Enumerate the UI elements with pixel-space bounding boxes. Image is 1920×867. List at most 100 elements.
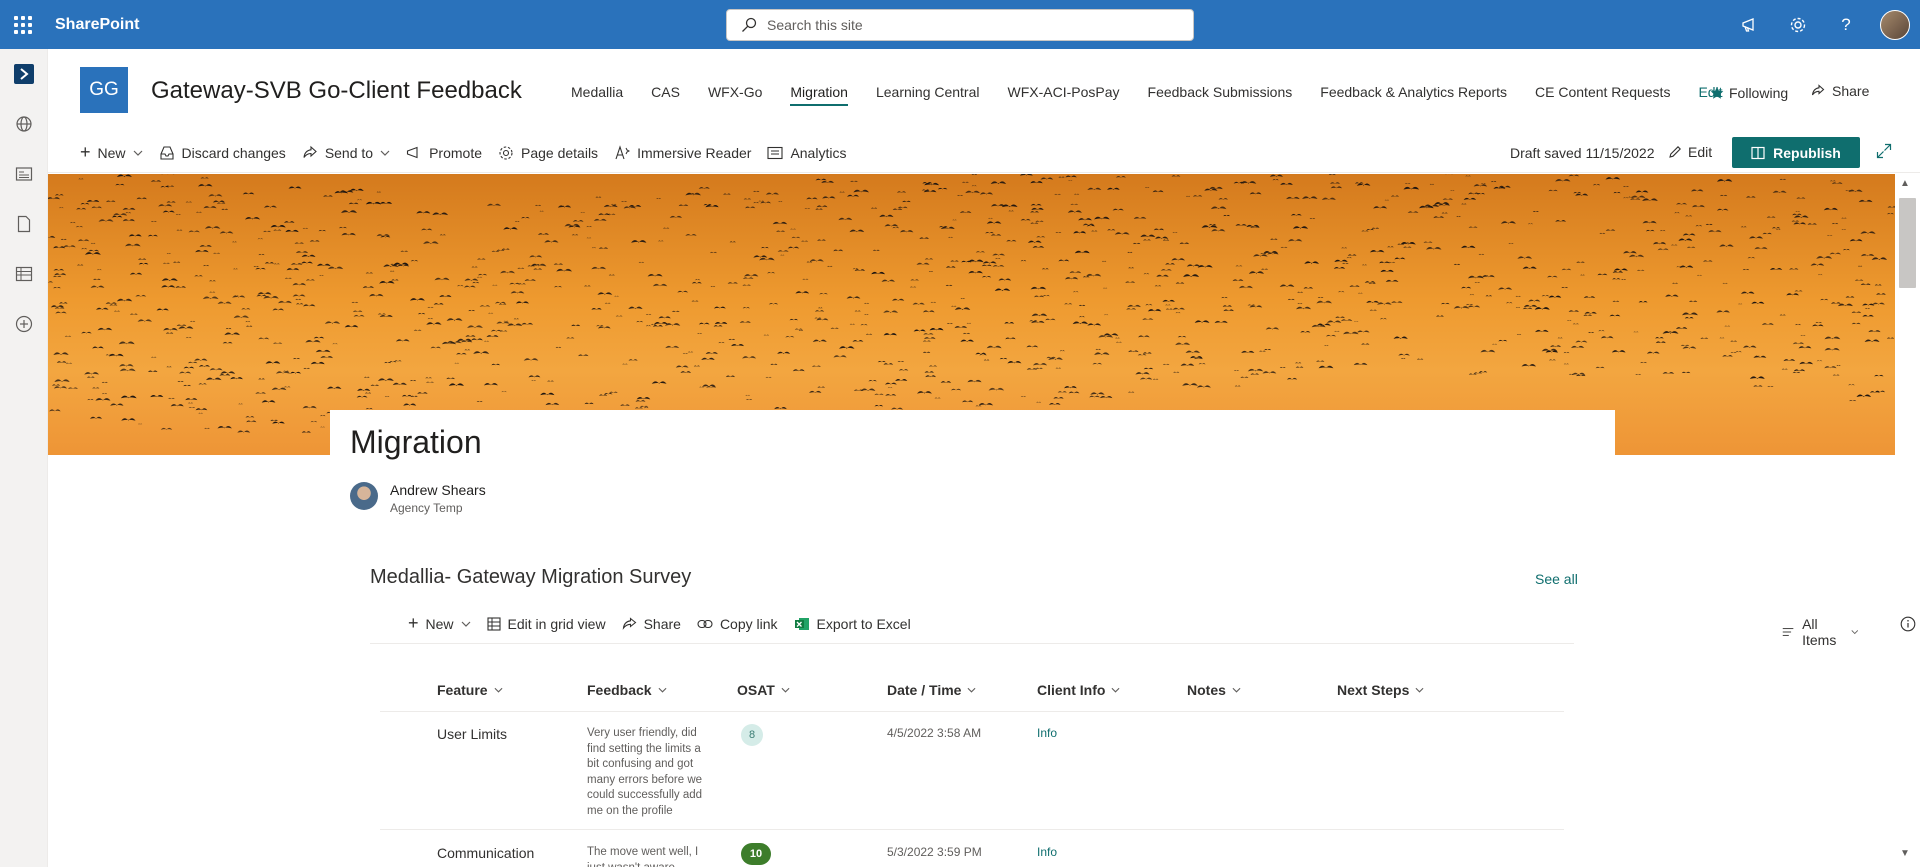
column-header-label: Client Info (1037, 682, 1106, 698)
client-info-link[interactable]: Info (1037, 726, 1057, 740)
export-excel-button[interactable]: Export to Excel (786, 616, 919, 632)
app-launcher-button[interactable] (0, 0, 46, 49)
lists-button[interactable] (0, 249, 48, 299)
author-avatar[interactable] (350, 482, 378, 510)
account-avatar[interactable] (1880, 9, 1910, 40)
search-placeholder: Search this site (767, 17, 863, 33)
cell-date-time: 5/3/2022 3:59 PM (887, 845, 982, 859)
nav-feedback-submissions[interactable]: Feedback Submissions (1134, 82, 1307, 110)
share-label: Share (1832, 83, 1870, 99)
chevron-down-icon (494, 687, 503, 693)
scroll-down-arrow[interactable]: ▼ (1900, 848, 1910, 859)
list-column-headers: Feature Feedback OSAT Date / Time Client… (380, 670, 1564, 712)
chevron-down-icon (781, 687, 790, 693)
share-icon (1811, 84, 1825, 96)
column-header-feedback[interactable]: Feedback (587, 682, 667, 698)
nav-wfx-go[interactable]: WFX-Go (694, 82, 776, 110)
page-details-label: Page details (521, 144, 599, 161)
immersive-reader-button[interactable]: Immersive Reader (606, 145, 759, 161)
book-icon (1751, 146, 1765, 159)
scroll-up-arrow[interactable]: ▲ (1900, 178, 1910, 189)
copy-link-label: Copy link (719, 615, 778, 632)
nav-medallia[interactable]: Medallia (557, 82, 637, 110)
share-site-button[interactable]: Share (1811, 83, 1869, 99)
see-all-link[interactable]: See all (1535, 571, 1578, 587)
site-search-box[interactable]: Search this site (726, 9, 1194, 41)
list-view-icon (1782, 628, 1794, 636)
chevron-down-icon (1851, 630, 1858, 635)
following-label: Following (1729, 85, 1789, 101)
site-navigation: Medallia CAS WFX-Go Migration Learning C… (557, 82, 1737, 110)
chevron-down-icon (1232, 687, 1241, 693)
promote-label: Promote (429, 144, 482, 161)
files-button[interactable] (0, 199, 48, 249)
news-button[interactable] (0, 149, 48, 199)
column-header-notes[interactable]: Notes (1187, 682, 1241, 698)
site-header: GG Gateway-SVB Go-Client Feedback Medall… (48, 49, 1920, 133)
column-header-label: Notes (1187, 682, 1226, 698)
column-header-next-steps[interactable]: Next Steps (1337, 682, 1424, 698)
list-new-button[interactable]: + New (400, 613, 479, 634)
info-button[interactable] (1900, 616, 1916, 637)
cell-feature: User Limits (437, 726, 508, 742)
megaphone-button[interactable] (1726, 0, 1774, 49)
new-button[interactable]: + New (72, 142, 151, 163)
help-button[interactable]: ? (1822, 0, 1870, 49)
expand-button[interactable] (1876, 143, 1892, 164)
edit-page-button[interactable]: Edit (1668, 144, 1712, 160)
send-to-button[interactable]: Send to (294, 145, 398, 161)
create-button[interactable] (0, 299, 48, 349)
following-button[interactable]: Following (1710, 85, 1788, 101)
gear-icon (1790, 17, 1806, 32)
collapse-nav-button[interactable] (0, 49, 48, 99)
chevron-down-icon (1111, 687, 1120, 693)
nav-cas[interactable]: CAS (637, 82, 694, 110)
chevron-down-icon (380, 150, 390, 156)
chevron-down-icon (461, 621, 470, 627)
client-info-link[interactable]: Info (1037, 845, 1057, 859)
chevron-right-icon (14, 64, 34, 84)
nav-migration[interactable]: Migration (776, 82, 862, 110)
site-title[interactable]: Gateway-SVB Go-Client Feedback (151, 77, 522, 105)
page-details-button[interactable]: Page details (490, 145, 606, 161)
copy-link-button[interactable]: Copy link (689, 616, 786, 632)
settings-button[interactable] (1774, 0, 1822, 49)
column-header-feature[interactable]: Feature (437, 682, 503, 698)
list-webpart-title: Medallia- Gateway Migration Survey (370, 566, 692, 588)
discard-changes-button[interactable]: Discard changes (151, 145, 294, 161)
nav-ce-content-requests[interactable]: CE Content Requests (1521, 82, 1684, 110)
sharepoint-brand[interactable]: SharePoint (55, 16, 139, 34)
nav-feedback-analytics-reports[interactable]: Feedback & Analytics Reports (1306, 82, 1521, 110)
promote-button[interactable]: Promote (398, 145, 490, 161)
table-row[interactable]: User Limits Very user friendly, did find… (380, 712, 1564, 830)
table-row[interactable]: Communication The move went well, I just… (380, 831, 1564, 867)
new-label: New (97, 144, 126, 161)
plus-icon: + (80, 142, 91, 162)
nav-wfx-aci-pospay[interactable]: WFX-ACI-PosPay (994, 82, 1134, 110)
cell-feature: Communication (437, 845, 535, 861)
republish-button[interactable]: Republish (1732, 137, 1860, 168)
author-name[interactable]: Andrew Shears (390, 482, 486, 498)
edit-grid-view-button[interactable]: Edit in grid view (479, 616, 614, 632)
site-logo[interactable]: GG (80, 67, 128, 113)
column-header-date-time[interactable]: Date / Time (887, 682, 976, 698)
view-selector[interactable]: All Items (1782, 616, 1858, 648)
global-nav-button[interactable] (0, 99, 48, 149)
list-share-button[interactable]: Share (614, 616, 689, 632)
column-header-label: Feedback (587, 682, 652, 698)
scrollbar-thumb[interactable] (1899, 198, 1916, 288)
chevron-down-icon (1415, 687, 1424, 693)
column-header-osat[interactable]: OSAT (737, 682, 790, 698)
view-label: All Items (1802, 616, 1837, 648)
column-header-client-info[interactable]: Client Info (1037, 682, 1120, 698)
republish-label: Republish (1773, 144, 1841, 161)
analytics-button[interactable]: Analytics (759, 145, 854, 161)
megaphone-icon (1742, 17, 1754, 32)
news-icon (15, 167, 33, 181)
author-role: Agency Temp (390, 501, 463, 515)
grid-icon (486, 616, 501, 631)
nav-learning-central[interactable]: Learning Central (862, 82, 994, 110)
info-icon (1900, 616, 1916, 632)
column-header-label: Next Steps (1337, 682, 1410, 698)
share-icon (303, 145, 317, 158)
